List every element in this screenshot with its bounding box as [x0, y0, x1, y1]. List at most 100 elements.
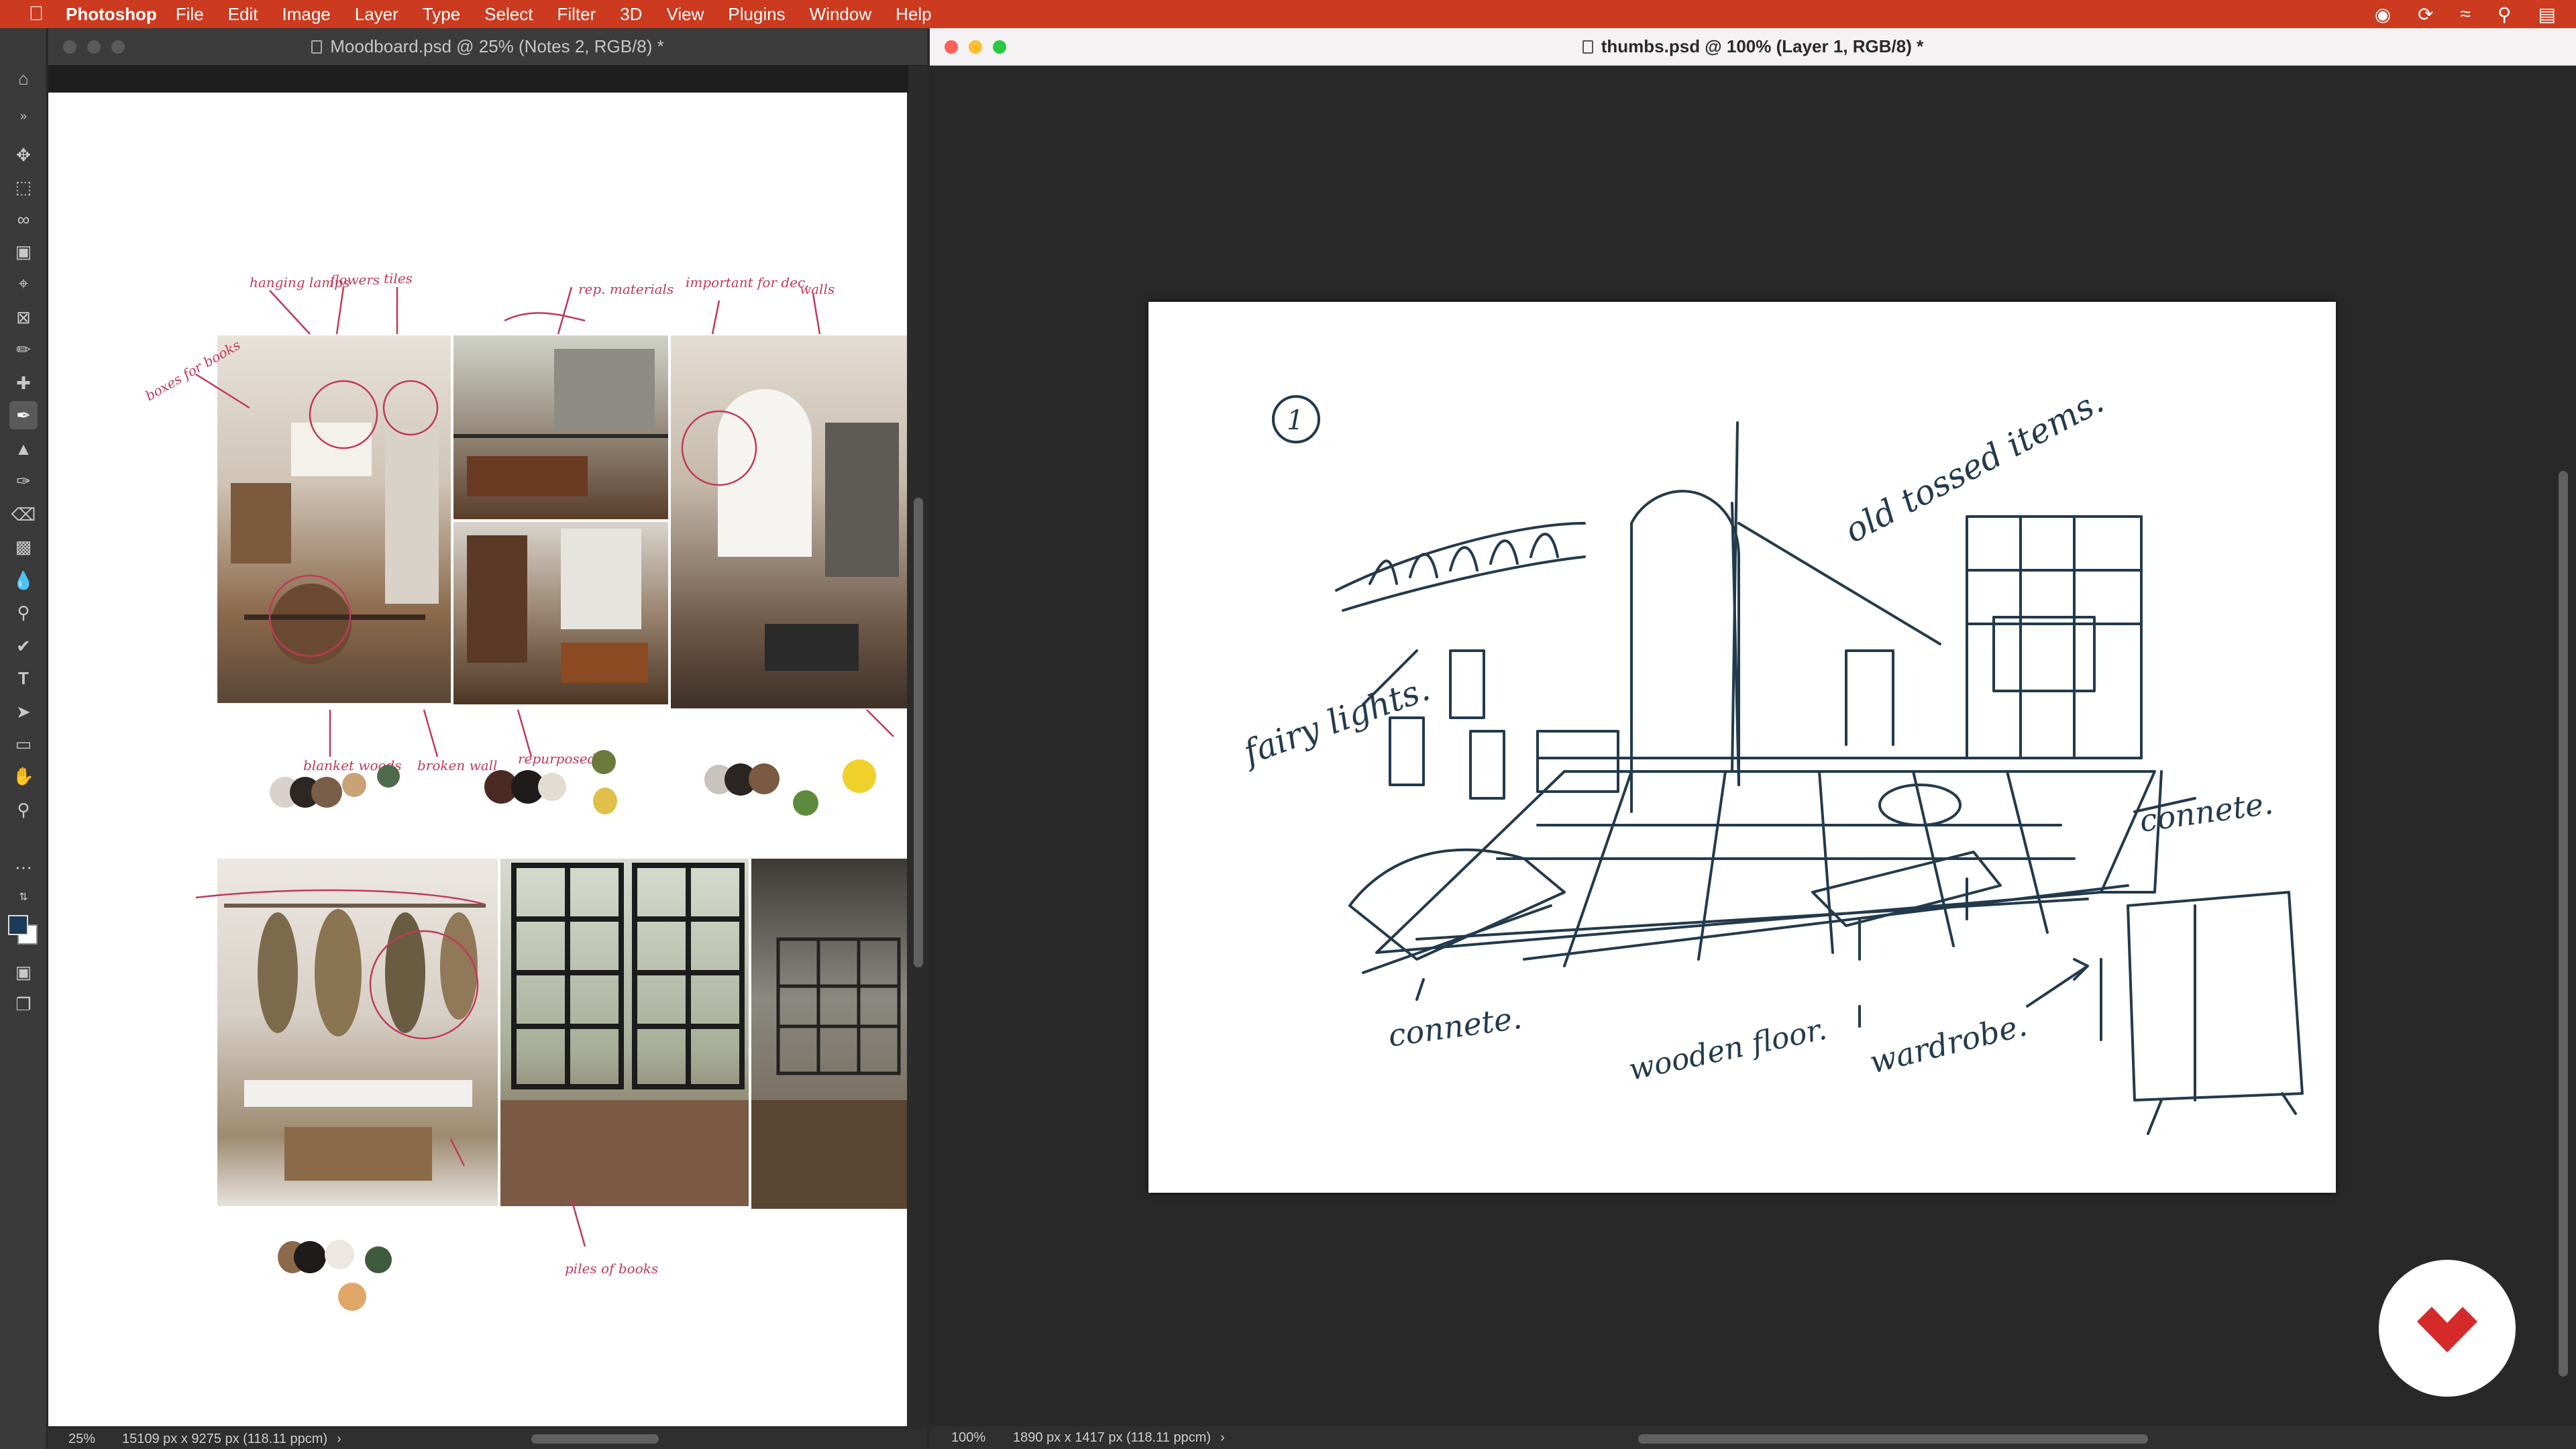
menu-layer[interactable]: Layer	[355, 4, 398, 25]
window-controls	[63, 40, 125, 54]
palette-row1-b	[484, 750, 632, 844]
chevron-right-icon[interactable]: ›	[1220, 1430, 1225, 1446]
document-info[interactable]: 15109 px x 9275 px (118.11 ppcm)	[122, 1432, 327, 1447]
palette-swatch	[294, 1241, 326, 1273]
moodboard-canvas[interactable]: hanging lamps flowers tiles rep. materials…	[48, 93, 907, 1426]
zoom-tool-icon[interactable]: ⚲	[9, 796, 38, 824]
marquee-tool-icon[interactable]: ⬚	[9, 173, 38, 201]
palette-swatch	[338, 1283, 366, 1311]
zoom-button[interactable]	[111, 40, 125, 54]
note-old-items: old tossed items.	[1838, 382, 2110, 551]
palette-swatch	[749, 763, 780, 794]
zoom-level[interactable]: 100%	[930, 1430, 1013, 1446]
apple-icon[interactable]: 	[23, 0, 50, 28]
palette-swatch	[793, 790, 818, 816]
menu-3d[interactable]: 3D	[620, 4, 642, 25]
menu-filter[interactable]: Filter	[557, 4, 596, 25]
palette-swatch	[325, 1240, 354, 1269]
thumbs-canvas[interactable]: 1 old tossed items. fairy lights. connet…	[1148, 302, 2336, 1193]
thumbs-title: thumbs.psd @ 100% (Layer 1, RGB/8) *	[1601, 36, 1924, 56]
svg-text:important for dec.: important for dec.	[686, 274, 810, 290]
palette-swatch	[342, 773, 366, 797]
more-tools-icon[interactable]: ⋯	[9, 853, 38, 881]
menu-help[interactable]: Help	[896, 4, 931, 25]
menu-type[interactable]: Type	[423, 4, 460, 25]
thumbs-title-bar[interactable]: thumbs.psd @ 100% (Layer 1, RGB/8) *	[930, 28, 2576, 66]
type-tool-icon[interactable]: T	[9, 664, 38, 692]
expand-panel-icon[interactable]: »	[9, 102, 38, 130]
moodboard-pasteboard	[48, 66, 908, 93]
palette-row1-c	[704, 750, 892, 844]
blur-tool-icon[interactable]: 💧	[9, 566, 38, 594]
menu-bar:  Photoshop File Edit Image Layer Type S…	[0, 0, 2576, 28]
sketch-number: 1	[1287, 405, 1303, 436]
object-selection-tool-icon[interactable]: ▣	[9, 237, 38, 266]
move-tool-icon[interactable]: ✥	[9, 141, 38, 169]
menu-select[interactable]: Select	[484, 4, 533, 25]
quick-mask-icon[interactable]: ▣	[9, 958, 38, 986]
foreground-color-swatch[interactable]	[8, 915, 28, 935]
stamp-tool-icon[interactable]: ▲	[9, 435, 38, 463]
thumbs-horizontal-scrollbar[interactable]	[1638, 1434, 2148, 1444]
palette-row1-a	[270, 763, 417, 844]
creative-cloud-icon[interactable]: ◉	[2375, 3, 2391, 25]
sync-icon[interactable]: ⟳	[2418, 3, 2433, 25]
interior-sketch: 1 old tossed items. fairy lights. connet…	[1236, 382, 2304, 1135]
palette-swatch	[311, 777, 342, 808]
hand-tool-icon[interactable]: ✋	[9, 762, 38, 790]
chevron-right-icon[interactable]: ›	[337, 1432, 341, 1447]
moodboard-vertical-scrollbar[interactable]	[914, 498, 923, 967]
menu-view[interactable]: View	[666, 4, 704, 25]
window-controls	[945, 40, 1006, 54]
note-connete-right: connete.	[2137, 785, 2275, 839]
note-wooden-floor: wooden floor.	[1626, 1012, 1830, 1087]
home-icon[interactable]: ⌂	[9, 64, 38, 93]
app-menu[interactable]: Photoshop	[66, 4, 157, 25]
rectangle-tool-icon[interactable]: ▭	[9, 730, 38, 758]
note-connete-left: connete.	[1386, 1000, 1524, 1054]
path-selection-tool-icon[interactable]: ➤	[9, 698, 38, 726]
frame-tool-icon[interactable]: ⊠	[9, 303, 38, 331]
thumbs-status-bar: 100% 1890 px x 1417 px (118.11 ppcm) ›	[930, 1426, 2576, 1449]
palette-swatch	[377, 765, 400, 788]
eyedropper-tool-icon[interactable]: ✏	[9, 335, 38, 364]
brush-tool-icon[interactable]: ✒	[9, 401, 38, 429]
history-brush-tool-icon[interactable]: ✑	[9, 467, 38, 495]
domestika-logo-badge	[2379, 1260, 2516, 1397]
moodboard-title: Moodboard.psd @ 25% (Notes 2, RGB/8) *	[330, 36, 664, 56]
minimize-button[interactable]	[969, 40, 982, 54]
control-center-icon[interactable]: ▤	[2538, 3, 2556, 25]
thumbs-vertical-scrollbar[interactable]	[2559, 471, 2568, 1377]
palette-swatch	[843, 759, 876, 793]
menu-plugins[interactable]: Plugins	[728, 4, 785, 25]
document-info[interactable]: 1890 px x 1417 px (118.11 ppcm)	[1013, 1430, 1211, 1446]
menu-image[interactable]: Image	[282, 4, 330, 25]
menu-edit[interactable]: Edit	[228, 4, 258, 25]
wifi-icon[interactable]: ≈	[2461, 3, 2471, 25]
eraser-tool-icon[interactable]: ⌫	[9, 500, 38, 529]
moodboard-horizontal-scrollbar[interactable]	[531, 1434, 659, 1444]
close-button[interactable]	[945, 40, 958, 54]
pen-tool-icon[interactable]: ✔	[9, 632, 38, 660]
lasso-tool-icon[interactable]: ∞	[9, 205, 38, 233]
healing-brush-tool-icon[interactable]: ✚	[9, 369, 38, 397]
document-icon	[311, 40, 323, 54]
minimize-button[interactable]	[87, 40, 101, 54]
crop-tool-icon[interactable]: ⌖	[9, 270, 38, 298]
palette-swatch	[592, 750, 616, 774]
gradient-tool-icon[interactable]: ▩	[9, 533, 38, 561]
palette-swatch	[593, 788, 617, 814]
menu-file[interactable]: File	[176, 4, 204, 25]
zoom-level[interactable]: 25%	[48, 1432, 122, 1447]
screen-mode-icon[interactable]: ❐	[9, 990, 38, 1018]
menu-window[interactable]: Window	[810, 4, 871, 25]
moodboard-title-bar[interactable]: Moodboard.psd @ 25% (Notes 2, RGB/8) *	[48, 28, 927, 66]
zoom-button[interactable]	[993, 40, 1006, 54]
close-button[interactable]	[63, 40, 76, 54]
tools-panel: ⌂ » ✥ ⬚ ∞ ▣ ⌖ ⊠ ✏ ✚ ✒ ▲ ✑ ⌫ ▩ 💧 ⚲ ✔ T ➤ …	[0, 28, 47, 1449]
dodge-tool-icon[interactable]: ⚲	[9, 598, 38, 627]
document-icon	[1582, 40, 1593, 54]
note-wardrobe: wardrobe.	[1866, 1006, 2031, 1080]
spotlight-search-icon[interactable]: ⚲	[2498, 3, 2512, 25]
swap-colors-icon[interactable]: ⇅	[9, 883, 38, 911]
